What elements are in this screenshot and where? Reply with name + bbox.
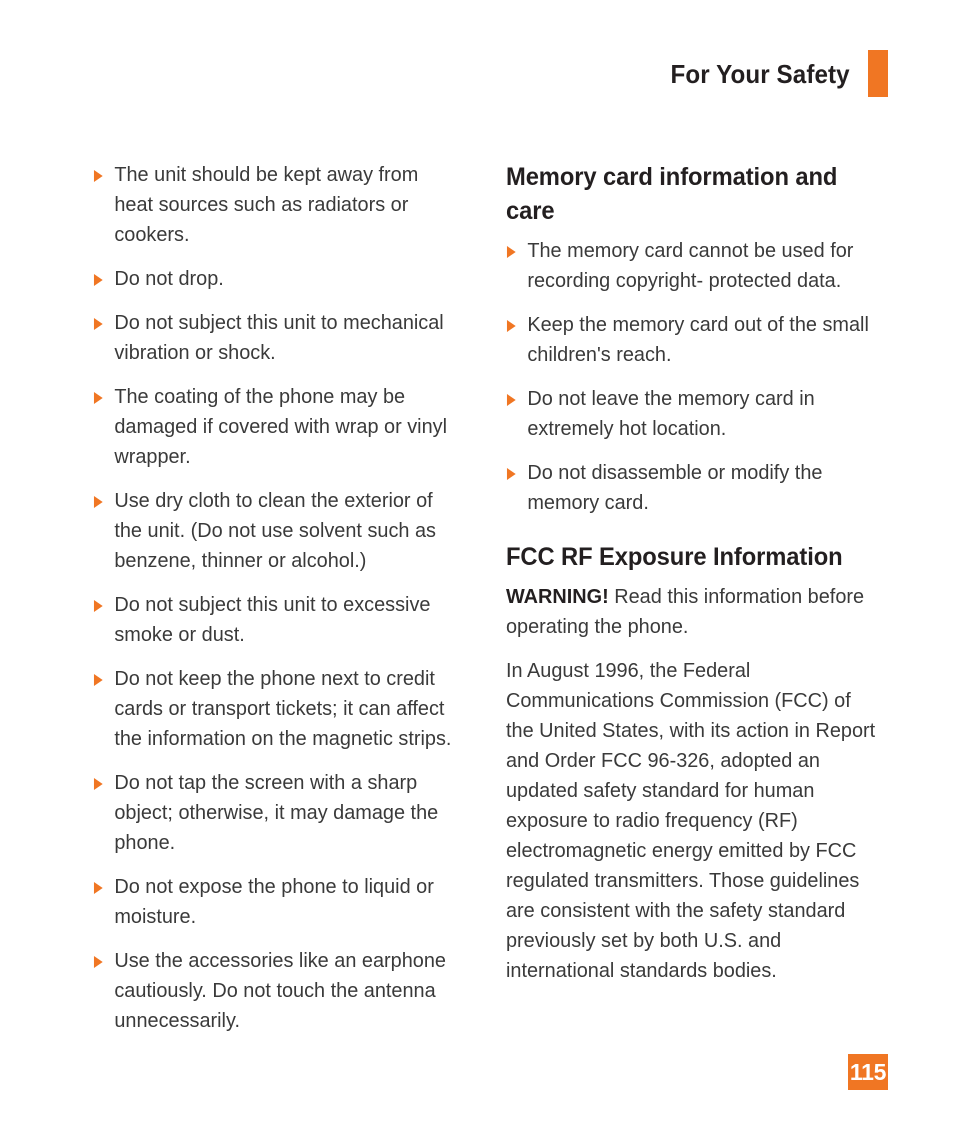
triangle-bullet-icon xyxy=(93,274,103,286)
list-item-text: Use the accessories like an earphone cau… xyxy=(114,949,446,1032)
triangle-bullet-icon xyxy=(93,600,103,612)
triangle-bullet-icon xyxy=(93,170,103,182)
list-item: Do not subject this unit to excessive sm… xyxy=(93,590,462,650)
section-tab-marker-icon xyxy=(868,50,888,97)
triangle-bullet-icon xyxy=(506,394,516,406)
fcc-warning-paragraph: WARNING! Read this information before op… xyxy=(506,582,877,642)
list-item: Do not leave the memory card in extremel… xyxy=(506,384,877,444)
page-title: For Your Safety xyxy=(670,59,850,89)
triangle-bullet-icon xyxy=(93,318,103,330)
triangle-bullet-icon xyxy=(506,246,516,258)
page-number-badge: 115 xyxy=(848,1054,888,1090)
triangle-bullet-icon xyxy=(93,392,103,404)
list-item-text: Keep the memory card out of the small ch… xyxy=(527,313,869,366)
page-header: For Your Safety xyxy=(0,50,954,98)
list-item-text: The unit should be kept away from heat s… xyxy=(114,163,419,246)
list-item-text: Do not tap the screen with a sharp objec… xyxy=(114,771,439,854)
right-column: Memory card information and care The mem… xyxy=(506,160,888,986)
triangle-bullet-icon xyxy=(93,778,103,790)
triangle-bullet-icon xyxy=(506,320,516,332)
list-item: Do not keep the phone next to credit car… xyxy=(93,664,462,754)
list-item: The memory card cannot be used for recor… xyxy=(506,236,877,296)
fcc-body-paragraph: In August 1996, the Federal Communicatio… xyxy=(506,659,876,982)
list-item: The unit should be kept away from heat s… xyxy=(93,160,462,250)
list-item-text: The coating of the phone may be damaged … xyxy=(114,385,448,468)
list-item-text: Do not subject this unit to mechanical v… xyxy=(114,311,444,364)
triangle-bullet-icon xyxy=(93,496,103,508)
list-item: Do not disassemble or modify the memory … xyxy=(506,458,877,518)
list-item-text: Do not subject this unit to excessive sm… xyxy=(114,593,431,646)
list-item: Do not expose the phone to liquid or moi… xyxy=(93,872,462,932)
list-item: Use the accessories like an earphone cau… xyxy=(93,946,462,1036)
list-item-text: Do not leave the memory card in extremel… xyxy=(527,387,815,440)
warning-label: WARNING! xyxy=(506,585,609,608)
list-item-text: Do not keep the phone next to credit car… xyxy=(114,667,452,750)
list-item: Use dry cloth to clean the exterior of t… xyxy=(93,486,462,576)
list-item-text: The memory card cannot be used for recor… xyxy=(527,239,854,292)
list-item-text: Do not expose the phone to liquid or moi… xyxy=(114,875,434,928)
left-column: The unit should be kept away from heat s… xyxy=(93,160,473,1036)
list-item-text: Use dry cloth to clean the exterior of t… xyxy=(114,489,437,572)
memory-card-list: The memory card cannot be used for recor… xyxy=(506,236,888,518)
triangle-bullet-icon xyxy=(93,882,103,894)
fcc-rf-exposure-heading: FCC RF Exposure Information xyxy=(506,543,843,571)
list-item: Do not subject this unit to mechanical v… xyxy=(93,308,462,368)
triangle-bullet-icon xyxy=(93,674,103,686)
list-item-text: Do not disassemble or modify the memory … xyxy=(527,461,823,514)
triangle-bullet-icon xyxy=(93,956,103,968)
safety-precautions-list: The unit should be kept away from heat s… xyxy=(93,160,473,1036)
list-item: Do not drop. xyxy=(93,264,462,294)
memory-card-section-heading: Memory card information and care xyxy=(506,163,838,225)
list-item-text: Do not drop. xyxy=(114,267,224,290)
list-item: The coating of the phone may be damaged … xyxy=(93,382,462,472)
triangle-bullet-icon xyxy=(506,468,516,480)
list-item: Do not tap the screen with a sharp objec… xyxy=(93,768,462,858)
list-item: Keep the memory card out of the small ch… xyxy=(506,310,877,370)
